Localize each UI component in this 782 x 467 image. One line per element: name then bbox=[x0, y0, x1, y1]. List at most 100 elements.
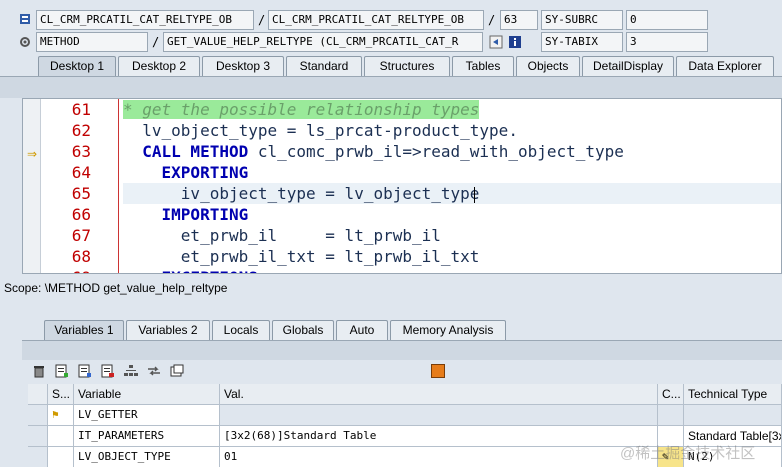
code-token: et_prwb_il = lt_prwb_il bbox=[123, 226, 441, 245]
list-delete-icon[interactable] bbox=[99, 363, 117, 379]
line-number: 66 bbox=[71, 205, 91, 224]
code-token: EXPORTING bbox=[123, 163, 249, 182]
row-selector[interactable] bbox=[28, 447, 48, 467]
code-token: EXCEPTIONS bbox=[123, 268, 258, 273]
code-text: CALL METHOD cl_comc_prwb_il=>read_with_o… bbox=[123, 141, 624, 162]
code-token: cl_comc_prwb_il=>read_with_object_type bbox=[248, 142, 624, 161]
code-token: IMPORTING bbox=[123, 205, 249, 224]
line-number: 62 bbox=[71, 121, 91, 140]
row-selector[interactable] bbox=[28, 405, 48, 426]
status-cell bbox=[48, 426, 74, 447]
table-row[interactable]: ⚑ LV_GETTER bbox=[28, 405, 782, 426]
tab-objects[interactable]: Objects bbox=[516, 56, 580, 76]
event-type-field[interactable]: METHOD bbox=[36, 32, 148, 52]
code-text: EXPORTING bbox=[123, 162, 249, 183]
tab-data-explorer[interactable]: Data Explorer bbox=[676, 56, 774, 76]
line-number: 64 bbox=[71, 163, 91, 182]
separator: / bbox=[152, 35, 160, 49]
line-number: 65 bbox=[71, 184, 91, 203]
tab-variables-1[interactable]: Variables 1 bbox=[44, 320, 124, 340]
hierarchy-icon[interactable] bbox=[122, 363, 140, 379]
select-all-cell[interactable] bbox=[28, 384, 48, 405]
code-text: IMPORTING bbox=[123, 204, 249, 225]
event-name-field[interactable]: GET_VALUE_HELP_RELTYPE (CL_CRM_PRCATIL_C… bbox=[163, 32, 483, 52]
code-line[interactable]: 64 EXPORTING bbox=[23, 162, 781, 183]
column-header-status[interactable]: S... bbox=[48, 384, 74, 405]
code-text: * get the possible relationship types bbox=[123, 99, 480, 120]
type-cell bbox=[684, 405, 782, 426]
code-text: iv_object_type = lv_object_type bbox=[123, 183, 480, 204]
separator: / bbox=[258, 13, 266, 27]
tab-auto[interactable]: Auto bbox=[336, 320, 388, 340]
line-number: 63 bbox=[71, 142, 91, 161]
code-token: et_prwb_il_txt = lt_prwb_il_txt bbox=[123, 247, 480, 266]
tab-desktop-2[interactable]: Desktop 2 bbox=[118, 56, 200, 76]
program-icon bbox=[18, 12, 32, 26]
trash-icon[interactable] bbox=[30, 363, 48, 379]
include-field[interactable]: CL_CRM_PRCATIL_CAT_RELTYPE_OB bbox=[268, 10, 484, 30]
variable-value-field[interactable]: 0 bbox=[626, 10, 708, 30]
tab-locals[interactable]: Locals bbox=[212, 320, 270, 340]
code-line[interactable]: 65 iv_object_type = lv_object_type bbox=[23, 183, 781, 204]
variable-cell[interactable]: IT_PARAMETERS bbox=[74, 426, 220, 447]
code-token: CALL METHOD bbox=[123, 142, 249, 161]
value-cell[interactable]: 01 bbox=[220, 447, 658, 467]
value-cell[interactable]: [3x2(68)]Standard Table bbox=[220, 426, 658, 447]
code-editor[interactable]: ⇒ 61 * get the possible relationship type… bbox=[22, 98, 782, 274]
code-text: et_prwb_il_txt = lt_prwb_il_txt bbox=[123, 246, 480, 267]
code-token: * get the possible relationship types bbox=[123, 100, 480, 119]
variable-name-field-2[interactable]: SY-TABIX bbox=[541, 32, 623, 52]
line-number: 69 bbox=[55, 267, 91, 273]
list-new-icon[interactable] bbox=[53, 363, 71, 379]
tab-desktop-3[interactable]: Desktop 3 bbox=[202, 56, 284, 76]
tab-memory-analysis[interactable]: Memory Analysis bbox=[390, 320, 506, 340]
column-header-technical-type[interactable]: Technical Type bbox=[684, 384, 782, 405]
navigate-icon[interactable] bbox=[489, 35, 503, 49]
code-line[interactable]: 62 lv_object_type = ls_prcat-product_typ… bbox=[23, 120, 781, 141]
info-icon[interactable] bbox=[508, 35, 522, 49]
code-line[interactable]: 68 et_prwb_il_txt = lt_prwb_il_txt bbox=[23, 246, 781, 267]
column-header-value[interactable]: Val. bbox=[220, 384, 658, 405]
top-tabs: Desktop 1 Desktop 2 Desktop 3 Standard S… bbox=[0, 56, 782, 76]
tab-detail-display[interactable]: DetailDisplay bbox=[582, 56, 674, 76]
scope-label: Scope: \METHOD get_value_help_reltype bbox=[0, 278, 782, 298]
code-text: lv_object_type = ls_prcat-product_type. bbox=[123, 120, 518, 141]
display-icon[interactable] bbox=[168, 363, 186, 379]
program-field[interactable]: CL_CRM_PRCATIL_CAT_RELTYPE_OB bbox=[36, 10, 254, 30]
variables-toolbar bbox=[30, 362, 191, 380]
variable-cell[interactable]: LV_OBJECT_TYPE bbox=[74, 447, 220, 467]
tab-structures[interactable]: Structures bbox=[364, 56, 450, 76]
code-text: EXCEPTIONS bbox=[123, 267, 258, 273]
watermark: @稀土掘金技术社区 bbox=[620, 445, 756, 462]
code-line[interactable]: 63 CALL METHOD cl_comc_prwb_il=>read_wit… bbox=[23, 141, 781, 162]
code-line[interactable]: 69 EXCEPTIONS bbox=[23, 267, 781, 273]
column-header-change[interactable]: C... bbox=[658, 384, 684, 405]
text-cursor bbox=[474, 187, 475, 203]
status-cell bbox=[48, 447, 74, 467]
variable-value-field-2[interactable]: 3 bbox=[626, 32, 708, 52]
line-number: 61 bbox=[71, 100, 91, 119]
list-edit-icon[interactable] bbox=[76, 363, 94, 379]
tab-standard[interactable]: Standard bbox=[286, 56, 362, 76]
variable-name-field[interactable]: SY-SUBRC bbox=[541, 10, 623, 30]
row-selector[interactable] bbox=[28, 426, 48, 447]
change-cell[interactable] bbox=[658, 405, 684, 426]
line-number-field[interactable]: 63 bbox=[500, 10, 538, 30]
column-header-variable[interactable]: Variable bbox=[74, 384, 220, 405]
tab-variables-2[interactable]: Variables 2 bbox=[126, 320, 210, 340]
code-line[interactable]: 66 IMPORTING bbox=[23, 204, 781, 225]
code-line[interactable]: 67 et_prwb_il = lt_prwb_il bbox=[23, 225, 781, 246]
tab-tables[interactable]: Tables bbox=[452, 56, 514, 76]
line-number: 68 bbox=[71, 247, 91, 266]
value-cell[interactable] bbox=[220, 405, 658, 426]
code-token: iv_object_type = lv_object_type bbox=[123, 184, 480, 203]
code-line[interactable]: 61 * get the possible relationship types bbox=[23, 99, 781, 120]
tab-desktop-1[interactable]: Desktop 1 bbox=[38, 56, 116, 76]
save-icon[interactable] bbox=[431, 364, 445, 378]
tab-globals[interactable]: Globals bbox=[272, 320, 334, 340]
separator: / bbox=[488, 13, 496, 27]
bottom-tabs: Variables 1 Variables 2 Locals Globals A… bbox=[0, 320, 782, 340]
transfer-icon[interactable] bbox=[145, 363, 163, 379]
bottom-tab-strip bbox=[22, 340, 782, 360]
variable-cell[interactable]: LV_GETTER bbox=[74, 405, 220, 426]
